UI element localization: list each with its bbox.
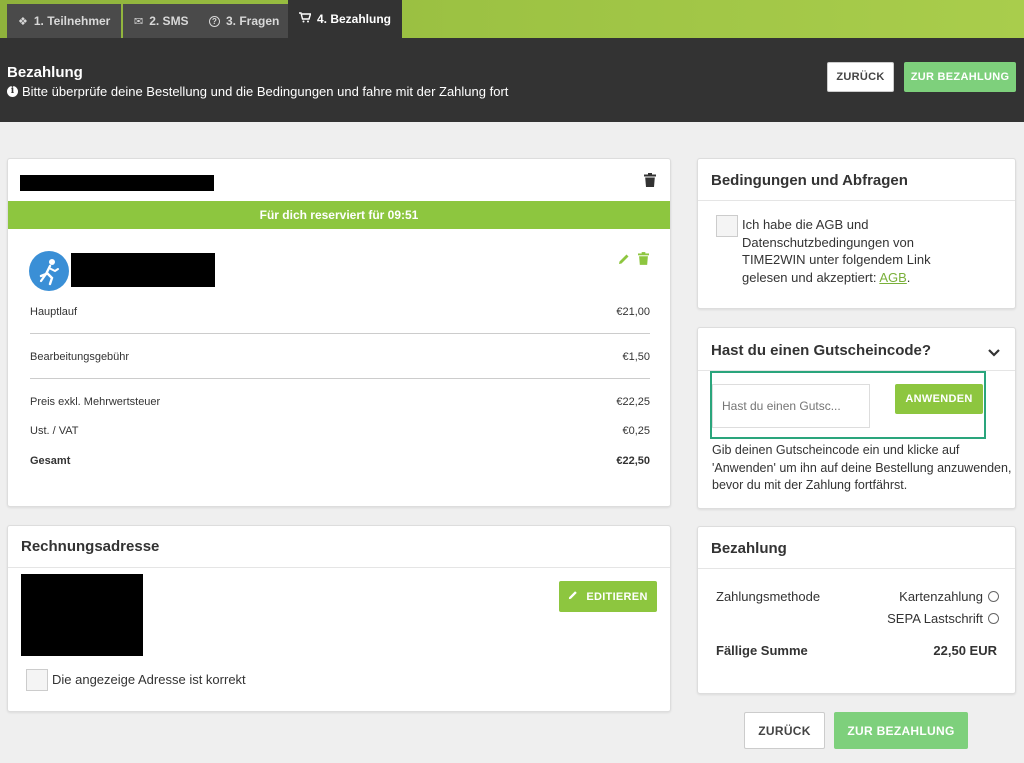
voucher-help-text: Gib deinen Gutscheincode ein und klicke …	[712, 443, 1012, 492]
agb-link[interactable]: AGB	[879, 270, 906, 285]
tab-label: 3. Fragen	[226, 14, 280, 28]
redacted-event-name	[20, 175, 214, 191]
due-sum-label: Fällige Summe	[716, 643, 808, 658]
tab-teilnehmer[interactable]: ❖ 1. Teilnehmer	[7, 4, 122, 38]
line-item-value: €0,25	[622, 425, 650, 437]
payment-option-sepa[interactable]: SEPA Lastschrift	[887, 611, 999, 626]
line-item-value: €22,25	[616, 396, 650, 408]
edit-label: EDITIEREN	[586, 590, 648, 603]
line-item-label: Bearbeitungsgebühr	[30, 351, 130, 363]
address-confirm-label: Die angezeige Adresse ist korrekt	[52, 672, 246, 687]
billing-title: Rechnungsadresse	[21, 538, 160, 555]
terms-end: .	[906, 269, 911, 285]
terms-text: Ich habe die AGB und Datenschutzbedingun…	[742, 216, 964, 286]
chevron-down-icon[interactable]	[988, 345, 1000, 360]
divider	[30, 378, 650, 379]
billing-card: Rechnungsadresse EDITIEREN Die angezeige…	[7, 525, 671, 712]
footer-back-button[interactable]: ZURÜCK	[744, 712, 825, 749]
terms-card: Bedingungen und Abfragen Ich habe die AG…	[697, 158, 1016, 309]
redacted-participant-name	[71, 253, 215, 287]
terms-checkbox[interactable]	[716, 215, 738, 237]
line-item-label: Ust. / VAT	[30, 425, 79, 437]
order-card: Für dich reserviert für 09:51 Hauptlauf …	[7, 158, 671, 507]
voucher-code-input[interactable]	[712, 384, 870, 428]
pencil-icon	[568, 590, 578, 603]
payment-title: Bezahlung	[711, 540, 787, 557]
trash-icon[interactable]	[644, 173, 656, 190]
tab-label: 2. SMS	[149, 14, 189, 28]
ticket-icon: ❖	[18, 15, 28, 28]
runner-avatar	[29, 251, 69, 291]
tab-sms[interactable]: ✉ 2. SMS	[123, 4, 200, 38]
subtitle-text: Bitte überprüfe deine Bestellung und die…	[22, 84, 509, 99]
page-header: Bezahlung i Bitte überprüfe deine Bestel…	[0, 38, 1024, 122]
voucher-card: Hast du einen Gutscheincode? ANWENDEN Gi…	[697, 327, 1016, 509]
header-pay-button[interactable]: ZUR BEZAHLUNG	[904, 62, 1016, 92]
total-value: €22,50	[616, 455, 650, 467]
trash-green-icon[interactable]	[638, 252, 649, 268]
tab-label: 4. Bezahlung	[317, 12, 392, 26]
total-label: Gesamt	[30, 455, 71, 467]
page-subtitle: i Bitte überprüfe deine Bestellung und d…	[7, 84, 508, 99]
payment-option-card[interactable]: Kartenzahlung	[899, 589, 999, 604]
radio-button[interactable]	[988, 613, 999, 624]
tab-fragen[interactable]: ? 3. Fragen	[198, 4, 291, 38]
address-confirm-checkbox[interactable]	[26, 669, 48, 691]
info-icon: i	[7, 86, 18, 97]
redacted-address	[21, 574, 143, 656]
due-sum-value: 22,50 EUR	[933, 643, 997, 658]
line-item-label: Preis exkl. Mehrwertsteuer	[30, 396, 161, 408]
edit-address-button[interactable]: EDITIEREN	[559, 581, 657, 612]
voucher-card-header[interactable]: Hast du einen Gutscheincode?	[698, 328, 1015, 371]
pencil-icon[interactable]	[618, 253, 630, 268]
payment-card: Bezahlung Zahlungsmethode Kartenzahlung …	[697, 526, 1016, 694]
chat-icon: ✉	[134, 15, 144, 28]
payment-option-label: Kartenzahlung	[899, 589, 983, 604]
apply-voucher-button[interactable]: ANWENDEN	[895, 384, 983, 414]
footer-pay-button[interactable]: ZUR BEZAHLUNG	[834, 712, 968, 749]
line-item-value: €1,50	[622, 351, 650, 363]
line-item-label: Hauptlauf	[30, 306, 78, 318]
header-back-button[interactable]: ZURÜCK	[827, 62, 894, 92]
step-tab-bar: ❖ 1. Teilnehmer ✉ 2. SMS ? 3. Fragen 4. …	[0, 0, 1024, 38]
payment-method-label: Zahlungsmethode	[716, 589, 821, 604]
terms-card-header: Bedingungen und Abfragen	[698, 159, 1015, 201]
terms-title: Bedingungen und Abfragen	[711, 172, 908, 189]
reservation-timer-banner: Für dich reserviert für 09:51	[8, 201, 670, 229]
voucher-title: Hast du einen Gutscheincode?	[711, 342, 932, 359]
divider	[30, 333, 650, 334]
question-icon: ?	[209, 15, 220, 27]
line-item-value: €21,00	[616, 306, 650, 318]
tab-label: 1. Teilnehmer	[33, 14, 111, 28]
payment-option-label: SEPA Lastschrift	[887, 611, 983, 626]
payment-card-header: Bezahlung	[698, 527, 1015, 569]
billing-card-header: Rechnungsadresse	[8, 526, 670, 568]
tab-bezahlung[interactable]: 4. Bezahlung	[288, 0, 403, 38]
radio-button[interactable]	[988, 591, 999, 602]
runner-icon	[39, 259, 59, 286]
cart-icon	[299, 12, 312, 26]
page-title: Bezahlung	[7, 64, 83, 81]
